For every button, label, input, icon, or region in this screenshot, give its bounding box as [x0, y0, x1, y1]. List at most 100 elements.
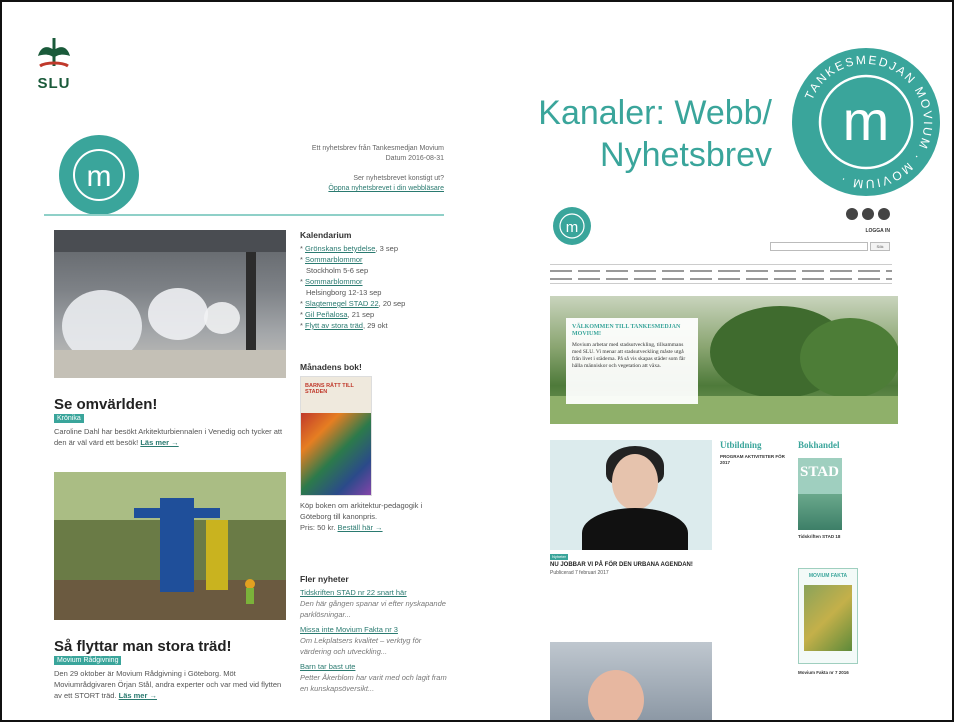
calendar-section: Kalendarium * Grönskans betydelse, 3 sep…	[300, 230, 450, 331]
bookstore-column: Bokhandel	[798, 440, 894, 454]
slu-small-icon[interactable]	[846, 208, 858, 220]
education-heading[interactable]: Utbildning	[720, 440, 794, 450]
stad-caption: Tidskriften STAD 18	[798, 534, 894, 540]
more-news-list: Tidskriften STAD nr 22 snart här Den här …	[300, 587, 450, 694]
calendar-item: * Sommarblommor	[300, 277, 363, 286]
bookstore-heading[interactable]: Bokhandel	[798, 440, 894, 450]
meta-line2: Datum 2016-08-31	[385, 155, 444, 162]
book-info: Köp boken om arkitektur-pedagogik i Göte…	[300, 500, 450, 533]
more-news-link[interactable]: Barn tar bast ute	[300, 661, 450, 672]
article1-headline[interactable]: Se omvärlden!	[54, 396, 157, 413]
fakta-caption-text[interactable]: Movium Fakta nr 7 2016	[798, 670, 849, 675]
facebook-icon[interactable]	[862, 208, 874, 220]
movium-fakta-title: MOVIUM FAKTA	[808, 573, 848, 579]
newsletter-seal-icon: m	[59, 135, 139, 215]
website-news-tag: Nyheter	[550, 554, 569, 560]
article1-read-more-link[interactable]: Läs mer →	[140, 438, 178, 447]
book-title: Månadens bok!	[300, 362, 362, 372]
site-nav[interactable]	[550, 264, 892, 284]
stad-caption-text[interactable]: Tidskriften STAD 18	[798, 534, 840, 539]
calendar-item-link[interactable]: Sommarblommor	[305, 255, 363, 264]
education-title[interactable]: PROGRAM AKTIVITETER FÖR 2017	[720, 454, 785, 465]
book-price: Pris: 50 kr. Beställ här →	[300, 522, 450, 533]
calendar-item: * Gil Peñalosa, 21 sep	[300, 310, 375, 319]
book-cover-title: BARNS RÄTT TILL STADEN	[305, 383, 354, 395]
newsletter-screenshot: m Ett nyhetsbrev från Tankesmedjan Moviu…	[40, 114, 450, 720]
education-column: Utbildning PROGRAM AKTIVITETER FÖR 2017	[720, 440, 794, 466]
newsletter-divider	[44, 214, 444, 216]
article1-photo[interactable]	[54, 230, 286, 378]
hero-card: VÄLKOMMEN TILL TANKESMEDJAN MOVIUM! Movi…	[566, 318, 698, 404]
article1-body: Caroline Dahl har besökt Arkitekturbienn…	[54, 426, 290, 448]
svg-text:m: m	[843, 89, 890, 152]
movium-fakta-cover[interactable]: MOVIUM FAKTA	[798, 568, 858, 664]
calendar-item-text: Stockholm 5-6 sep	[306, 266, 369, 275]
calendar-title: Kalendarium	[300, 230, 352, 240]
hero-banner: VÄLKOMMEN TILL TANKESMEDJAN MOVIUM! Movi…	[550, 296, 898, 424]
more-news-section: Fler nyheter Tidskriften STAD nr 22 snar…	[300, 574, 450, 698]
svg-text:m: m	[87, 160, 112, 193]
slide-title-line1: Kanaler: Webb/	[538, 94, 772, 132]
calendar-item: Stockholm 5-6 sep	[300, 265, 450, 276]
more-news-desc: Petter Åkerblom har varit med och lagit …	[300, 673, 447, 693]
website-screenshot: m LOGGA IN Sök VÄLKOMMEN TILL TANKESMEDJ…	[542, 196, 898, 720]
slu-leaf-icon	[38, 38, 70, 68]
meta-line1: Ett nyhetsbrev från Tankesmedjan Movium	[311, 145, 444, 152]
book-price-text: Pris: 50 kr.	[300, 523, 336, 532]
calendar-item-text: , 21 sep	[347, 310, 375, 319]
calendar-item-link[interactable]: Slagtemegel STAD 22	[305, 299, 379, 308]
news-photo-woman[interactable]	[550, 440, 712, 550]
article2-body: Den 29 oktober är Movium Rådgivning i Gö…	[54, 668, 290, 701]
hero-title: VÄLKOMMEN TILL TANKESMEDJAN MOVIUM!	[572, 324, 681, 337]
login-link[interactable]: LOGGA IN	[865, 228, 890, 234]
book-cover-art	[301, 413, 371, 495]
article2-body-text: Den 29 oktober är Movium Rådgivning i Gö…	[54, 669, 282, 700]
website-news-item: Nyheter NU JOBBAR VI PÅ FÖR DEN URBANA A…	[550, 554, 712, 576]
article2-read-more-link[interactable]: Läs mer →	[119, 691, 157, 700]
article1-tag: Krönika	[54, 414, 84, 423]
rss-icon[interactable]	[878, 208, 890, 220]
book-cover[interactable]: BARNS RÄTT TILL STADEN	[300, 376, 372, 496]
meta-line3: Ser nyhetsbrevet konstigt ut?	[353, 175, 444, 182]
more-news-link[interactable]: Missa inte Movium Fakta nr 3	[300, 624, 450, 635]
presentation-slide: SLU Kanaler: Webb/ Nyhetsbrev TANKESMEDJ…	[0, 0, 954, 722]
site-search-button[interactable]: Sök	[870, 242, 890, 251]
hero-text: Movium arbetar med stadsutveckling, till…	[572, 342, 686, 369]
svg-text:m: m	[566, 219, 579, 236]
website-news-headline[interactable]: NU JOBBAR VI PÅ FÖR DEN URBANA AGENDAN!	[550, 562, 712, 568]
website-seal-icon[interactable]: m	[552, 206, 592, 246]
calendar-item: * Flytt av stora träd, 29 okt	[300, 321, 388, 330]
slide-title-line2: Nyhetsbrev	[600, 136, 772, 174]
calendar-item-text: , 29 okt	[362, 321, 388, 330]
article2-headline[interactable]: Så flyttar man stora träd!	[54, 638, 232, 655]
top-icons	[846, 208, 890, 220]
calendar-list: * Grönskans betydelse, 3 sep * Sommarblom…	[300, 243, 450, 331]
open-in-browser-link[interactable]: Öppna nyhetsbrevet i din webbläsare	[328, 185, 444, 192]
calendar-item-link[interactable]: Grönskans betydelse	[305, 244, 375, 253]
slu-logo-text: SLU	[37, 75, 71, 92]
book-section: Månadens bok!	[300, 362, 450, 375]
more-news-title: Fler nyheter	[300, 574, 349, 584]
book-order-link[interactable]: Beställ här →	[338, 523, 383, 532]
calendar-item-link[interactable]: Sommarblommor	[305, 277, 363, 286]
stad-cover-title: STAD	[800, 464, 839, 480]
more-news-desc: Om Lekplatsers kvalitet – verktyg för vä…	[300, 636, 422, 656]
calendar-item-link[interactable]: Flytt av stora träd	[305, 321, 363, 330]
calendar-item: * Grönskans betydelse, 3 sep	[300, 244, 398, 253]
calendar-item: * Sommarblommor	[300, 255, 363, 264]
calendar-item-text: , 20 sep	[378, 299, 406, 308]
news-photo-man[interactable]	[550, 642, 712, 720]
slu-logo: SLU	[32, 36, 76, 92]
more-news-link[interactable]: Tidskriften STAD nr 22 snart här	[300, 587, 450, 598]
newsletter-meta: Ett nyhetsbrev från Tankesmedjan Movium …	[224, 144, 444, 194]
article2-tag: Movium Rådgivning	[54, 656, 122, 665]
calendar-item: Helsingborg 12-13 sep	[300, 287, 450, 298]
article2-photo[interactable]	[54, 472, 286, 620]
slide-title: Kanaler: Webb/ Nyhetsbrev	[538, 92, 772, 176]
calendar-item-link[interactable]: Gil Peñalosa	[305, 310, 348, 319]
fakta-caption: Movium Fakta nr 7 2016	[798, 670, 894, 676]
site-search-input[interactable]	[770, 242, 868, 251]
calendar-item-text: Helsingborg 12-13 sep	[306, 288, 382, 297]
movium-seal-logo: TANKESMEDJAN MOVIUM · MOVIUM · m	[792, 48, 940, 196]
stad-magazine-cover[interactable]: STAD	[798, 458, 842, 530]
